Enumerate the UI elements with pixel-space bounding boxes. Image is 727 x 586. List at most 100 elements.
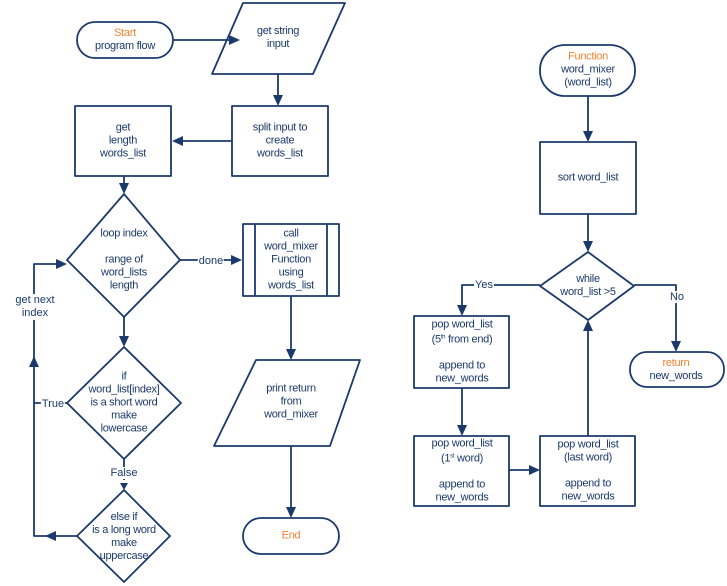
arrow-head — [120, 483, 128, 490]
function-start-label: Function word_mixer (word_list) — [561, 51, 615, 90]
arrow-head — [286, 349, 296, 360]
text-part: (1 — [440, 452, 451, 465]
text-line: (word_list) — [564, 76, 612, 89]
text-line: (1st word) — [432, 451, 493, 466]
text-line: input — [266, 38, 290, 50]
text-line: sort word_list — [557, 171, 619, 184]
text-line: call — [283, 227, 299, 240]
edge-label-done: done — [197, 255, 225, 267]
arrow-head — [457, 305, 467, 316]
text-line: make — [111, 409, 137, 422]
print-return-label: print return from word_mixer — [264, 383, 318, 422]
text-line: words_list — [268, 279, 314, 292]
else-long-label: else if is a long word make uppercase — [92, 511, 156, 563]
arrow-head — [457, 425, 467, 436]
edge-label-yes: Yes — [474, 279, 494, 291]
arrow-head — [45, 531, 56, 541]
arrow-head — [29, 356, 39, 367]
text-line: is a long word — [92, 524, 156, 536]
end-label: End — [282, 530, 301, 543]
split-input-label: split input to create words_list — [253, 122, 308, 161]
text-line: length — [108, 134, 138, 147]
text-line — [100, 241, 147, 254]
arrow-head — [119, 183, 129, 194]
text-line: word_lists — [101, 266, 147, 279]
arrow-head — [119, 336, 129, 347]
text-line: is a short word — [90, 396, 158, 409]
arrow-head — [286, 507, 296, 518]
text-line: loop index — [100, 227, 148, 240]
text-line: create — [265, 134, 295, 147]
arrow-head — [231, 255, 242, 265]
text-line: print return — [266, 382, 316, 395]
arrow-head — [172, 136, 183, 146]
start-accent-text: Start — [114, 27, 136, 39]
text-line: word_mixer — [561, 63, 615, 76]
edge-label-no: No — [668, 291, 686, 303]
text-line: while — [576, 273, 600, 285]
text-line: pop word_list — [557, 438, 619, 451]
text-line: word_mixer — [264, 408, 318, 421]
text-line: (5th from end) — [432, 332, 493, 347]
arrow-head — [583, 131, 593, 142]
arrow-head — [671, 341, 681, 352]
text-line: split input to — [252, 121, 308, 134]
if-short-label: if word_list[index] is a short word make… — [88, 371, 159, 436]
end-accent-text: End — [281, 529, 301, 542]
arrow-head — [273, 95, 283, 106]
text-line: else if — [110, 511, 138, 523]
text-line: length — [109, 279, 139, 292]
pop-last-label: pop word_list (last word) append to new_… — [558, 439, 619, 504]
call-mixer-label: call word_mixer Function using words_lis… — [264, 228, 318, 293]
text-line: if — [121, 370, 127, 383]
text-line: from — [280, 395, 302, 408]
get-input-label: get string input — [256, 25, 300, 51]
arrow-head — [583, 241, 593, 252]
arrow-head — [583, 320, 593, 331]
start-text: program flow — [95, 40, 155, 52]
text-line: word_list >5 — [560, 286, 616, 298]
text-line: make — [111, 537, 137, 549]
text-line: get string — [256, 25, 300, 37]
return-accent-text: return — [662, 357, 690, 369]
text-part: from end) — [445, 333, 493, 346]
edge-label-true: True — [40, 398, 66, 410]
text-line: append to — [438, 478, 486, 491]
text-part: word) — [454, 452, 484, 465]
while-label: while word_list >5 — [560, 273, 616, 299]
get-length-label: get length words_list — [100, 122, 146, 161]
text-part: (5 — [431, 333, 441, 346]
function-accent-text: Function — [568, 50, 608, 63]
text-line: uppercase — [99, 550, 149, 562]
sort-label: sort word_list — [558, 172, 619, 185]
pop-fifth-label: pop word_list (5th from end) append to n… — [432, 319, 493, 386]
edge-label-get-next: get next index — [14, 294, 56, 320]
text-line: words_list — [257, 147, 303, 160]
text-line: get — [115, 121, 131, 134]
text-line: new_words — [435, 491, 489, 504]
loop-index-label: loop index range of word_lists length — [100, 228, 147, 293]
text-line: words_list — [100, 147, 146, 160]
start-label: Start program flow — [95, 27, 155, 53]
text-line: new_words — [561, 490, 615, 503]
text-line: append to — [438, 359, 486, 372]
arrow-head — [56, 259, 67, 269]
text-line: word_mixer — [264, 240, 318, 253]
text-line: new_words — [649, 370, 703, 382]
text-line: pop word_list — [431, 318, 493, 331]
text-line: word_list[index] — [88, 383, 160, 396]
text-line: pop word_list — [431, 437, 493, 450]
pop-first-label: pop word_list (1st word) append to new_w… — [432, 438, 493, 505]
text-line: using — [278, 266, 304, 279]
arrow-head — [529, 465, 540, 475]
edge-label-false: False — [109, 467, 139, 479]
text-line: (last word) — [563, 451, 613, 464]
text-line: range of — [105, 253, 143, 266]
text-line: new_words — [435, 372, 489, 385]
text-line: lowercase — [100, 422, 148, 435]
return-label: return new_words — [650, 357, 703, 383]
text-line: append to — [564, 477, 612, 490]
